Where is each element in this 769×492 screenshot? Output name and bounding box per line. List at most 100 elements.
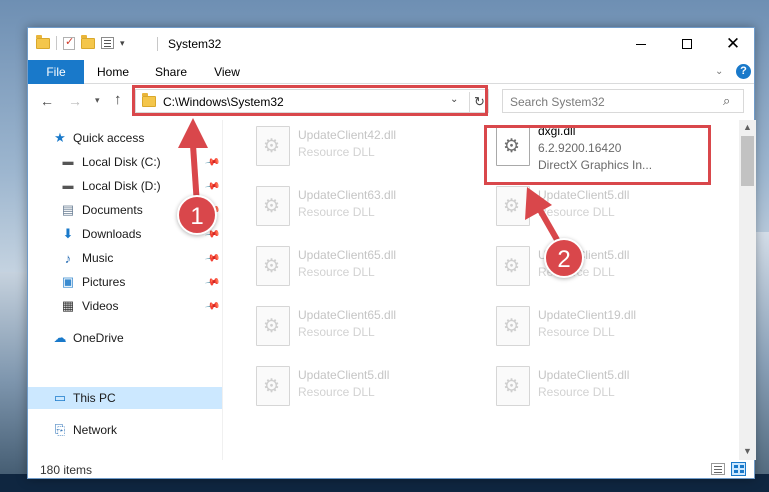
expand-ribbon-chevron-icon[interactable]: ⌄ [715, 66, 723, 77]
vertical-scrollbar[interactable]: ▲ ▼ [739, 120, 756, 460]
file-name: UpdateClient65.dll [298, 248, 397, 262]
sidebar-item-this-pc[interactable]: ▭ This PC [28, 387, 222, 409]
maximize-icon [682, 39, 692, 49]
tiles-view-icon[interactable] [731, 462, 746, 476]
sidebar-item-label: Pictures [82, 275, 126, 289]
sidebar-item-label: Videos [82, 299, 119, 313]
sidebar-item-label: Music [82, 251, 114, 265]
sidebar-item-music[interactable]: ♪ Music 📌 [28, 247, 222, 269]
file-name: UpdateClient65.dll [298, 308, 397, 322]
file-tile[interactable]: UpdateClient5.dll Resource DLL [482, 362, 702, 412]
item-count: 180 items [40, 463, 93, 477]
download-icon: ⬇ [62, 226, 74, 241]
scroll-down-icon[interactable]: ▼ [743, 446, 752, 456]
drive-icon: ▬ [62, 180, 74, 192]
properties-icon[interactable] [101, 37, 114, 49]
file-tile[interactable]: UpdateClient19.dll Resource DLL [482, 302, 702, 352]
file-tile[interactable]: UpdateClient63.dll Resource DLL [242, 182, 462, 232]
tab-home[interactable]: Home [90, 60, 136, 84]
toolbar-separator [56, 36, 57, 50]
tab-share[interactable]: Share [146, 60, 196, 84]
recent-locations-chevron-icon[interactable]: ▾ [95, 95, 100, 106]
documents-icon: ▤ [61, 202, 75, 217]
sidebar-item-label: Downloads [82, 227, 142, 241]
file-tile[interactable]: UpdateClient5.dll Resource DLL [482, 242, 702, 292]
forward-button[interactable]: → [68, 93, 82, 109]
file-tile[interactable]: UpdateClient5.dll Resource DLL [482, 182, 702, 232]
address-bar-highlight [132, 85, 488, 116]
file-tile[interactable]: UpdateClient65.dll Resource DLL [242, 242, 462, 292]
maximize-button[interactable] [664, 28, 710, 60]
scrollbar-thumb[interactable] [741, 136, 754, 186]
pin-icon: 📌 [203, 297, 221, 315]
dll-file-icon [496, 306, 530, 346]
drive-icon: ▬ [62, 156, 74, 168]
ribbon-tabs: File Home Share View ⌄ ? [28, 60, 754, 84]
dll-file-icon [496, 366, 530, 406]
file-tile[interactable]: UpdateClient65.dll Resource DLL [242, 302, 462, 352]
details-view-icon[interactable] [711, 463, 725, 475]
sidebar-item-label: Local Disk (D:) [82, 179, 161, 193]
tab-file[interactable]: File [28, 60, 84, 84]
sidebar-item-local-disk-c[interactable]: ▬ Local Disk (C:) 📌 [28, 151, 222, 173]
file-tile[interactable]: UpdateClient5.dll Resource DLL [242, 362, 462, 412]
videos-icon: ▦ [61, 298, 75, 313]
pin-icon: 📌 [203, 153, 221, 171]
file-type: Resource DLL [538, 205, 615, 219]
search-input[interactable]: Search System32 ⌕ [502, 89, 744, 113]
pin-icon: 📌 [203, 273, 221, 291]
customize-toolbar-chevron-icon[interactable]: ▾ [120, 38, 125, 49]
sidebar-item-label: This PC [73, 391, 116, 405]
sidebar-item-label: Local Disk (C:) [82, 155, 161, 169]
sidebar-item-onedrive[interactable]: ☁ OneDrive [28, 327, 222, 349]
search-placeholder: Search System32 [510, 95, 605, 109]
help-icon[interactable]: ? [736, 64, 751, 79]
cloud-icon: ☁ [53, 330, 67, 345]
file-name: UpdateClient42.dll [298, 128, 397, 142]
dll-file-icon [256, 246, 290, 286]
pictures-icon: ▣ [61, 274, 75, 289]
scroll-up-icon[interactable]: ▲ [743, 122, 752, 132]
close-icon: ✕ [725, 33, 741, 54]
music-icon: ♪ [64, 250, 72, 266]
folder-icon[interactable] [36, 34, 50, 49]
pin-icon: 📌 [203, 177, 221, 195]
network-icon: ⎘ [54, 422, 66, 437]
dll-file-icon [256, 306, 290, 346]
file-name: UpdateClient5.dll [298, 368, 390, 382]
minimize-icon [636, 43, 646, 45]
sidebar-item-label: OneDrive [73, 331, 124, 345]
pin-icon: 📌 [203, 249, 221, 267]
file-type: Resource DLL [538, 385, 615, 399]
minimize-button[interactable] [618, 28, 664, 60]
title-bar: ▾ System32 ✕ [28, 28, 754, 60]
sidebar-item-network[interactable]: ⎘ Network [28, 419, 222, 441]
dll-file-icon [496, 186, 530, 226]
file-name: UpdateClient5.dll [538, 188, 630, 202]
step-marker-2: 2 [544, 238, 584, 278]
tab-view[interactable]: View [204, 60, 250, 84]
file-type: Resource DLL [298, 145, 375, 159]
new-folder-icon[interactable] [81, 34, 95, 49]
dll-file-icon [256, 366, 290, 406]
sidebar-item-quick-access[interactable]: ★ Quick access [28, 127, 222, 149]
close-button[interactable]: ✕ [710, 28, 756, 60]
file-type: Resource DLL [298, 325, 375, 339]
file-type: Resource DLL [298, 205, 375, 219]
sidebar-item-label: Network [73, 423, 118, 437]
properties-check-icon[interactable] [63, 35, 75, 50]
file-name: UpdateClient19.dll [538, 308, 637, 322]
file-tile[interactable]: UpdateClient42.dll Resource DLL [242, 122, 462, 172]
sidebar-item-local-disk-d[interactable]: ▬ Local Disk (D:) 📌 [28, 175, 222, 197]
search-icon[interactable]: ⌕ [723, 93, 730, 109]
dll-file-icon [256, 186, 290, 226]
sidebar-item-videos[interactable]: ▦ Videos 📌 [28, 295, 222, 317]
star-icon: ★ [54, 130, 66, 145]
back-button[interactable]: ← [40, 93, 54, 109]
computer-icon: ▭ [53, 390, 67, 405]
sidebar-item-pictures[interactable]: ▣ Pictures 📌 [28, 271, 222, 293]
pane-divider[interactable] [222, 120, 223, 460]
up-button[interactable]: ↑ [114, 91, 122, 108]
file-type: Resource DLL [298, 265, 375, 279]
dxgi-file-highlight [484, 125, 711, 185]
